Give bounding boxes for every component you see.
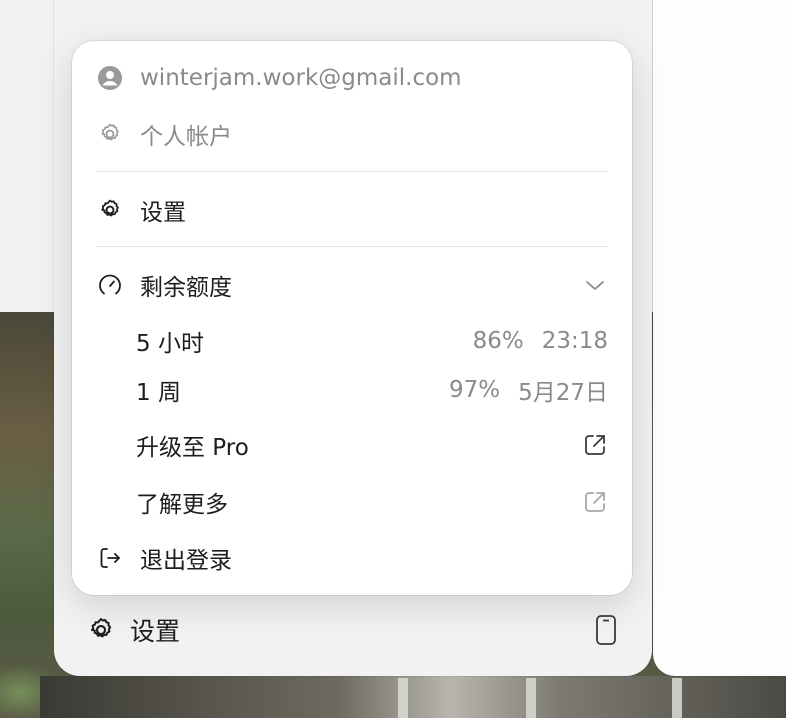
logout-item[interactable]: 退出登录 [96, 538, 608, 578]
background-window-edge [0, 0, 60, 312]
user-circle-icon [96, 64, 124, 92]
learn-more-item[interactable]: 了解更多 [136, 482, 608, 522]
account-menu: winterjam.work@gmail.com 个人帐户 设置 剩余额度 5 … [72, 41, 632, 595]
settings-menu-label: 设置 [140, 200, 186, 226]
wallpaper-detail [398, 678, 408, 718]
menu-divider [96, 171, 608, 172]
personal-account-label: 个人帐户 [140, 124, 232, 150]
phone-icon[interactable] [593, 614, 619, 646]
quota-row-label: 5 小时 [136, 331, 204, 357]
quota-row-label: 1 周 [136, 380, 181, 406]
quota-row-percent: 97% [448, 377, 501, 403]
main-pane [653, 0, 786, 676]
upgrade-pro-item[interactable]: 升级至 Pro [136, 425, 608, 465]
menu-divider [96, 246, 608, 247]
quota-label: 剩余额度 [140, 275, 232, 301]
wallpaper-detail [672, 678, 682, 718]
learn-more-label: 了解更多 [136, 492, 228, 518]
quota-row-1w: 1 周 97% 5月27日 [136, 370, 608, 410]
sidebar-settings-button[interactable]: 设置 [86, 610, 180, 650]
quota-row-reset: 5月27日 [518, 380, 608, 406]
logout-icon [96, 544, 124, 572]
gear-icon [86, 615, 116, 645]
screen: 设置 winterjam.work@gmail.com 个人帐户 设置 剩余额度… [0, 0, 786, 718]
gauge-icon [96, 271, 124, 299]
personal-account-row[interactable]: 个人帐户 [96, 114, 608, 154]
upgrade-pro-label: 升级至 Pro [136, 435, 249, 461]
external-link-icon [582, 489, 608, 515]
quota-section-header[interactable]: 剩余额度 [96, 265, 608, 305]
chevron-down-icon[interactable] [582, 272, 608, 298]
gear-icon [96, 196, 124, 224]
quota-row-5h: 5 小时 86% 23:18 [136, 321, 608, 361]
quota-row-reset: 23:18 [541, 328, 608, 354]
wallpaper-detail [526, 678, 536, 718]
quota-row-percent: 86% [472, 328, 524, 354]
gear-icon [96, 120, 124, 148]
settings-menu-item[interactable]: 设置 [96, 190, 608, 230]
account-email: winterjam.work@gmail.com [140, 65, 462, 91]
logout-label: 退出登录 [140, 548, 232, 574]
sidebar-settings-label: 设置 [130, 617, 181, 646]
external-link-icon [582, 432, 608, 458]
account-email-row: winterjam.work@gmail.com [96, 58, 608, 98]
